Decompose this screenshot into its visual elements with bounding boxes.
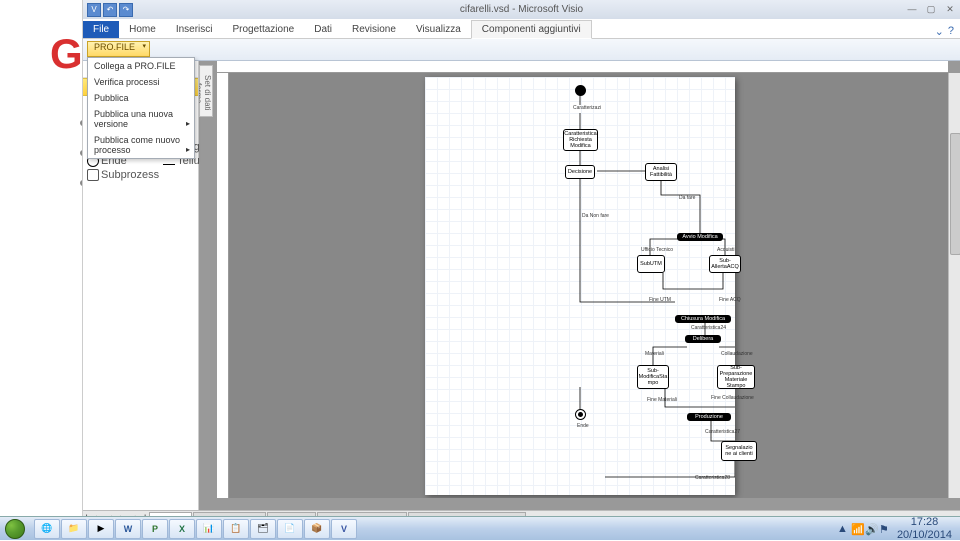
tab-dati[interactable]: Dati xyxy=(304,21,342,38)
flow-node-submodifica[interactable]: Sub-ModificaSta mpo xyxy=(637,365,669,389)
tray-flag-icon[interactable]: ⚑ xyxy=(879,523,891,535)
workspace: Forme rapide PRO.FILE PRO.FILE Rilasciar… xyxy=(83,61,960,510)
flow-label-acq: Acquisti xyxy=(717,247,735,253)
canvas[interactable]: Caratterizazi Caratteristica Richiesta M… xyxy=(229,73,948,498)
taskbar-project-icon[interactable]: P xyxy=(142,519,168,539)
flow-label-cc24: Caratteristica24 xyxy=(691,325,726,331)
flow-end-label: Ende xyxy=(577,423,589,429)
ribbon-body: PRO.FILE Collega a PRO.FILE Verifica pro… xyxy=(83,39,960,61)
windows-taskbar: 🌐 📁 ▶ W P X 📊 📋 🗂 📄 📦 V ▲ 📶 🔊 ⚑ 17:2820/… xyxy=(0,516,960,540)
flow-node-suballerta[interactable]: Sub-AllertaACQ xyxy=(709,255,741,273)
menu-pubblica[interactable]: Pubblica xyxy=(88,90,194,106)
tab-componenti-aggiuntivi[interactable]: Componenti aggiuntivi xyxy=(471,20,592,39)
flow-start[interactable] xyxy=(575,85,586,96)
flow-node-richiesta[interactable]: Caratteristica Richiesta Modifica xyxy=(563,129,598,151)
qat-undo-icon[interactable]: ↶ xyxy=(103,3,117,17)
titlebar: V ↶ ↷ cifarelli.vsd - Microsoft Visio — … xyxy=(83,0,960,19)
flow-node-produzione[interactable]: Produzione xyxy=(687,413,731,421)
ribbon-tabs: File Home Inserisci Progettazione Dati R… xyxy=(83,19,960,39)
tray-network-icon[interactable]: 📶 xyxy=(851,523,863,535)
taskbar-app2-icon[interactable]: 📋 xyxy=(223,519,249,539)
close-button[interactable]: ✕ xyxy=(942,4,958,16)
flow-node-avvio[interactable]: Avvio Modifica xyxy=(677,233,723,241)
tab-visualizza[interactable]: Visualizza xyxy=(406,21,471,38)
taskbar-app4-icon[interactable]: 📄 xyxy=(277,519,303,539)
flow-label-fcoll: Fine Collaudazione xyxy=(711,395,754,401)
flow-end[interactable] xyxy=(575,409,586,420)
flow-node-chiusura[interactable]: Chiusura Modifica xyxy=(675,315,731,323)
tab-home[interactable]: Home xyxy=(119,21,166,38)
taskbar-visio-icon[interactable]: V xyxy=(331,519,357,539)
taskbar-app1-icon[interactable]: 📊 xyxy=(196,519,222,539)
start-button[interactable] xyxy=(0,517,30,541)
scrollbar-vertical[interactable] xyxy=(948,73,960,498)
taskbar-app5-icon[interactable]: 📦 xyxy=(304,519,330,539)
help-icon[interactable]: ? xyxy=(948,25,954,38)
taskbar-app3-icon[interactable]: 🗂 xyxy=(250,519,276,539)
shape-subprozess[interactable]: Subprozess xyxy=(87,169,159,181)
profile-dropdown-button[interactable]: PRO.FILE xyxy=(87,41,150,57)
taskbar-ie-icon[interactable]: 🌐 xyxy=(34,519,60,539)
menu-pubblica-nuova-versione[interactable]: Pubblica una nuova versione xyxy=(88,106,194,132)
tab-inserisci[interactable]: Inserisci xyxy=(166,21,223,38)
canvas-area: Set di dati forma xyxy=(199,61,960,510)
flow-label-cc28: Caratteristica28 xyxy=(695,475,730,481)
tray-clock[interactable]: 17:2820/10/2014 xyxy=(893,516,956,540)
flow-node-decisione[interactable]: Decisione xyxy=(565,165,595,179)
maximize-button[interactable]: ▢ xyxy=(923,4,939,16)
flow-label-nonfare: Da Non fare xyxy=(582,213,609,219)
menu-verifica[interactable]: Verifica processi xyxy=(88,74,194,90)
flow-node-segnalazione[interactable]: Segnalazio ne ai clienti xyxy=(721,441,757,461)
flow-label-fare: Da fare xyxy=(679,195,695,201)
tray-volume-icon[interactable]: 🔊 xyxy=(865,523,877,535)
flow-node-delibera[interactable]: Delibera xyxy=(685,335,721,343)
ruler-vertical xyxy=(217,73,229,498)
minimize-button[interactable]: — xyxy=(904,4,920,16)
flow-node-analisi[interactable]: Analisi Fattibilità xyxy=(645,163,677,181)
tab-progettazione[interactable]: Progettazione xyxy=(223,21,305,38)
flow-label: Caratterizazi xyxy=(573,105,601,111)
taskbar-word-icon[interactable]: W xyxy=(115,519,141,539)
qat-redo-icon[interactable]: ↷ xyxy=(119,3,133,17)
taskbar-media-icon[interactable]: ▶ xyxy=(88,519,114,539)
taskbar-explorer-icon[interactable]: 📁 xyxy=(61,519,87,539)
tab-revisione[interactable]: Revisione xyxy=(342,21,406,38)
windows-orb-icon xyxy=(5,519,25,539)
flow-label-ut: Ufficio Tecnico xyxy=(641,247,673,253)
profile-dropdown-menu: Collega a PRO.FILE Verifica processi Pub… xyxy=(87,57,195,159)
flow-node-subpreparazione[interactable]: Sub-Preparazione Materiale Stampo xyxy=(717,365,755,389)
flow-label-fmat: Fine Materiali xyxy=(647,397,677,403)
flow-label-cc27: Caratteristica27 xyxy=(705,429,740,435)
qat-app-icon[interactable]: V xyxy=(87,3,101,17)
flow-label-facq: Fine ACQ xyxy=(719,297,741,303)
taskbar-excel-icon[interactable]: X xyxy=(169,519,195,539)
menu-collega[interactable]: Collega a PRO.FILE xyxy=(88,58,194,74)
window-title: cifarelli.vsd - Microsoft Visio xyxy=(460,4,583,15)
visio-window: V ↶ ↷ cifarelli.vsd - Microsoft Visio — … xyxy=(82,0,960,540)
ribbon-minimize-icon[interactable]: ⌄ xyxy=(935,25,944,38)
tab-file[interactable]: File xyxy=(83,21,119,38)
tray-icon[interactable]: ▲ xyxy=(837,523,849,535)
flow-label-futm: Fine UTM xyxy=(649,297,671,303)
shape-data-tab[interactable]: Set di dati forma xyxy=(199,65,213,117)
flow-label-coll: Collaudazione xyxy=(721,351,753,357)
drawing-page[interactable]: Caratterizazi Caratteristica Richiesta M… xyxy=(425,77,735,495)
menu-pubblica-nuovo-processo[interactable]: Pubblica come nuovo processo xyxy=(88,132,194,158)
flow-label-mat: Materiali xyxy=(645,351,664,357)
quick-access-toolbar: V ↶ ↷ xyxy=(83,3,133,17)
flow-node-subutm[interactable]: SubUTM xyxy=(637,255,665,273)
ruler-horizontal xyxy=(217,61,948,73)
